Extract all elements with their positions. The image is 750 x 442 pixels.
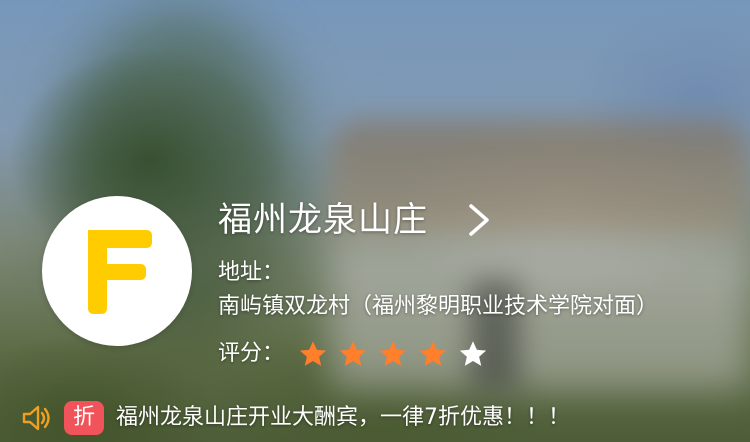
star-filled-icon: [419, 341, 447, 366]
discount-badge: 折: [64, 401, 104, 435]
rating-label: 评分：: [218, 341, 285, 366]
store-logo: [42, 196, 192, 346]
star-filled-icon: [339, 341, 367, 366]
speaker-icon: [22, 405, 50, 431]
star-filled-icon: [379, 341, 407, 366]
rating-stars: [298, 339, 498, 369]
store-title-row[interactable]: 福州龙泉山庄: [218, 196, 492, 244]
star-empty-icon: [459, 341, 487, 366]
store-name: 福州龙泉山庄: [218, 200, 428, 240]
star-filled-icon: [299, 341, 327, 366]
address-label: 地址：: [218, 260, 285, 285]
store-address: 地址： 南屿镇双龙村（福州黎明职业技术学院对面）: [218, 256, 723, 324]
promo-notice[interactable]: 折 福州龙泉山庄开业大酬宾，一律7折优惠！！！: [20, 398, 570, 438]
rating-row: 评分：: [218, 336, 498, 372]
address-value: 南屿镇双龙村（福州黎明职业技术学院对面）: [218, 294, 659, 319]
notice-text: 福州龙泉山庄开业大酬宾，一律7折优惠！！！: [116, 405, 570, 430]
store-logo-letter: [88, 230, 152, 314]
chevron-right-icon[interactable]: [466, 203, 492, 237]
